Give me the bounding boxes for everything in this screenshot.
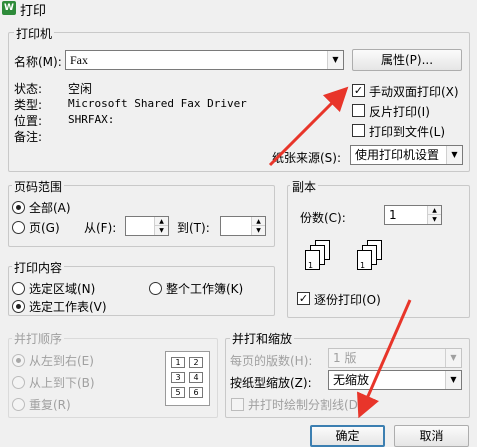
arrow-to-ok-icon: [357, 299, 412, 419]
arrow-to-duplex-icon: [268, 86, 349, 167]
annotation-arrows: [268, 86, 412, 419]
